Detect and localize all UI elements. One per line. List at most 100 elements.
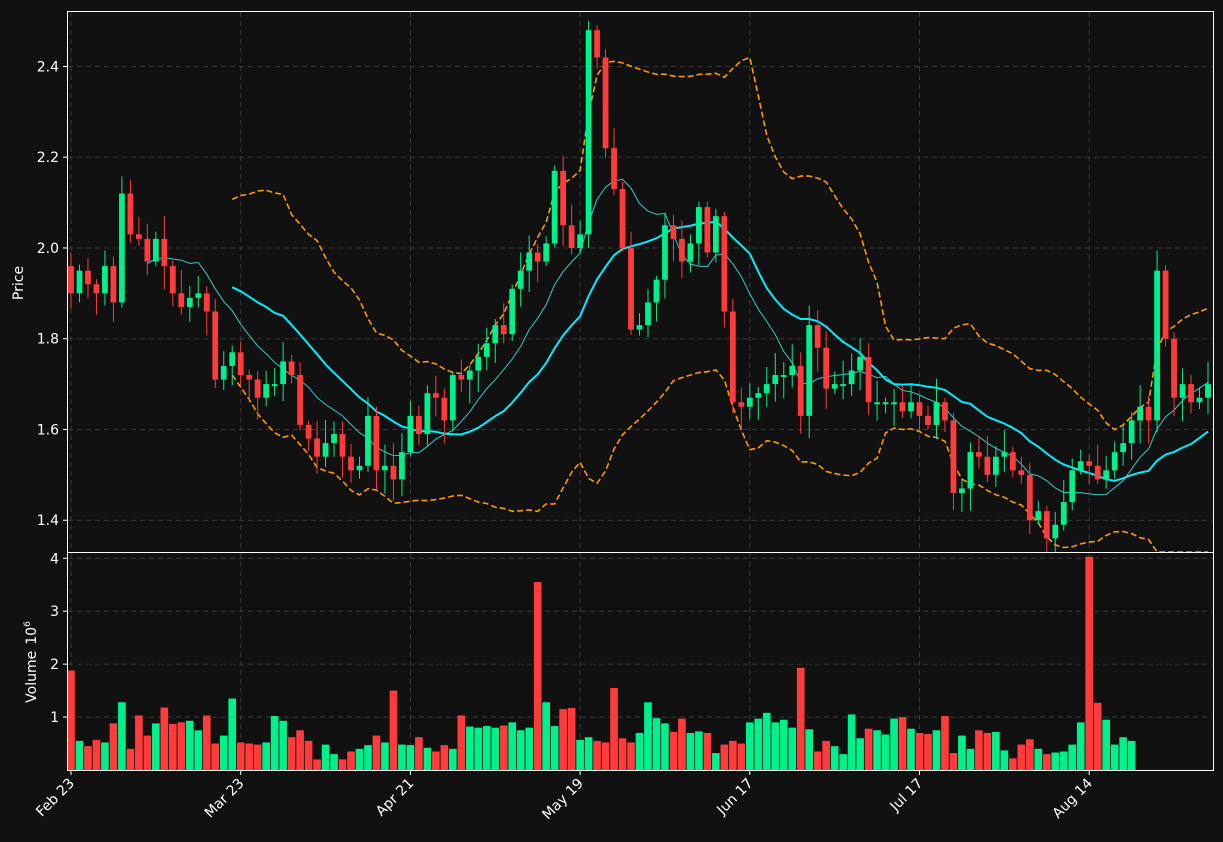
volume-bar xyxy=(185,720,194,770)
candle-body xyxy=(662,225,668,280)
volume-bar xyxy=(720,744,729,770)
volume-bar xyxy=(932,730,941,770)
volume-tick-label: 1 xyxy=(50,710,59,726)
volume-bar xyxy=(152,723,160,770)
candle-body xyxy=(441,397,448,421)
candle-body xyxy=(865,356,872,403)
candle-body xyxy=(1120,443,1127,453)
volume-bar xyxy=(253,744,262,770)
volume-bar xyxy=(593,740,601,770)
candle-body xyxy=(1188,384,1194,403)
candle-body xyxy=(85,270,91,285)
volume-bar xyxy=(754,718,763,770)
candle-body xyxy=(585,30,592,235)
candle-body xyxy=(789,365,796,376)
candle-body xyxy=(119,193,125,303)
volume-bar xyxy=(644,702,652,770)
candle-body xyxy=(746,397,753,407)
volume-bar xyxy=(169,723,177,770)
volume-bar xyxy=(304,740,313,770)
candle-body xyxy=(984,456,991,475)
volume-bar xyxy=(813,751,822,770)
candle-body xyxy=(212,311,219,380)
candle-body xyxy=(687,243,694,262)
volume-bar xyxy=(992,731,1000,770)
price-tick-label: 2.4 xyxy=(37,59,59,75)
candle-body xyxy=(1103,470,1110,480)
volume-tick-label: 4 xyxy=(50,551,59,567)
candle-body xyxy=(534,252,541,262)
candle-body xyxy=(280,361,287,385)
volume-bar xyxy=(703,732,712,770)
volume-bar xyxy=(975,730,983,770)
candle-body xyxy=(679,238,685,262)
candle-body xyxy=(763,384,770,394)
candle-body xyxy=(1018,470,1025,475)
candle-body xyxy=(93,284,100,294)
volume-bar xyxy=(652,718,661,770)
candle-body xyxy=(432,393,439,398)
candle-body xyxy=(271,384,278,387)
volume-bar xyxy=(983,732,992,770)
volume-bar xyxy=(177,722,186,770)
volume-bar xyxy=(678,718,686,770)
volume-bar xyxy=(143,735,152,770)
volume-bar xyxy=(712,753,720,770)
candle-body xyxy=(543,243,550,262)
volume-bar xyxy=(550,726,559,770)
candle-body xyxy=(483,343,490,357)
volume-tick-label: 3 xyxy=(50,604,59,620)
candle-body xyxy=(1094,465,1101,480)
volume-bar xyxy=(118,702,126,770)
volume-bar xyxy=(516,730,525,770)
volume-bar xyxy=(729,740,737,770)
candle-body xyxy=(390,465,397,480)
volume-bar xyxy=(423,747,432,770)
volume-bar xyxy=(279,720,287,770)
volume-bar xyxy=(533,582,542,770)
volume-bar xyxy=(211,743,220,770)
volume-bar xyxy=(372,735,381,770)
volume-bar xyxy=(389,690,398,770)
candle-body xyxy=(68,266,74,294)
volume-bar xyxy=(771,722,780,770)
candle-body xyxy=(1154,270,1160,421)
volume-bar xyxy=(890,718,898,770)
volume-bar xyxy=(482,726,491,770)
volume-bar xyxy=(313,759,321,770)
volume-bar xyxy=(406,745,415,770)
volume-bar xyxy=(109,723,118,770)
candle-body xyxy=(331,434,337,444)
volume-bar xyxy=(415,737,423,770)
candle-body xyxy=(551,170,558,244)
candle-body xyxy=(1001,452,1008,457)
candle-body xyxy=(831,384,838,389)
candle-body xyxy=(712,216,719,253)
volume-bar xyxy=(898,717,907,770)
volume-bar xyxy=(695,731,703,770)
candle-body xyxy=(721,216,728,312)
candle-body xyxy=(246,375,253,380)
candle-body xyxy=(1162,270,1169,339)
candle-body xyxy=(1137,406,1144,421)
price-tick-label: 1.6 xyxy=(37,422,59,438)
candle-body xyxy=(152,238,159,262)
volume-bar xyxy=(101,742,109,770)
price-tick-label: 1.4 xyxy=(37,513,59,529)
candle-body xyxy=(899,402,906,412)
candle-body xyxy=(305,424,312,439)
candle-body xyxy=(1205,384,1211,398)
volume-bar xyxy=(779,719,788,770)
volume-bar xyxy=(949,753,958,770)
candle-body xyxy=(127,193,134,235)
volume-bar xyxy=(440,745,449,770)
candle-body xyxy=(933,402,940,425)
candle-body xyxy=(449,375,456,421)
candle-body xyxy=(1035,511,1042,521)
volume-bar xyxy=(202,715,211,770)
candle-body xyxy=(611,148,617,189)
candle-body xyxy=(577,234,583,248)
candle-body xyxy=(229,352,236,366)
volume-bar xyxy=(347,751,355,770)
volume-bar xyxy=(737,743,746,770)
